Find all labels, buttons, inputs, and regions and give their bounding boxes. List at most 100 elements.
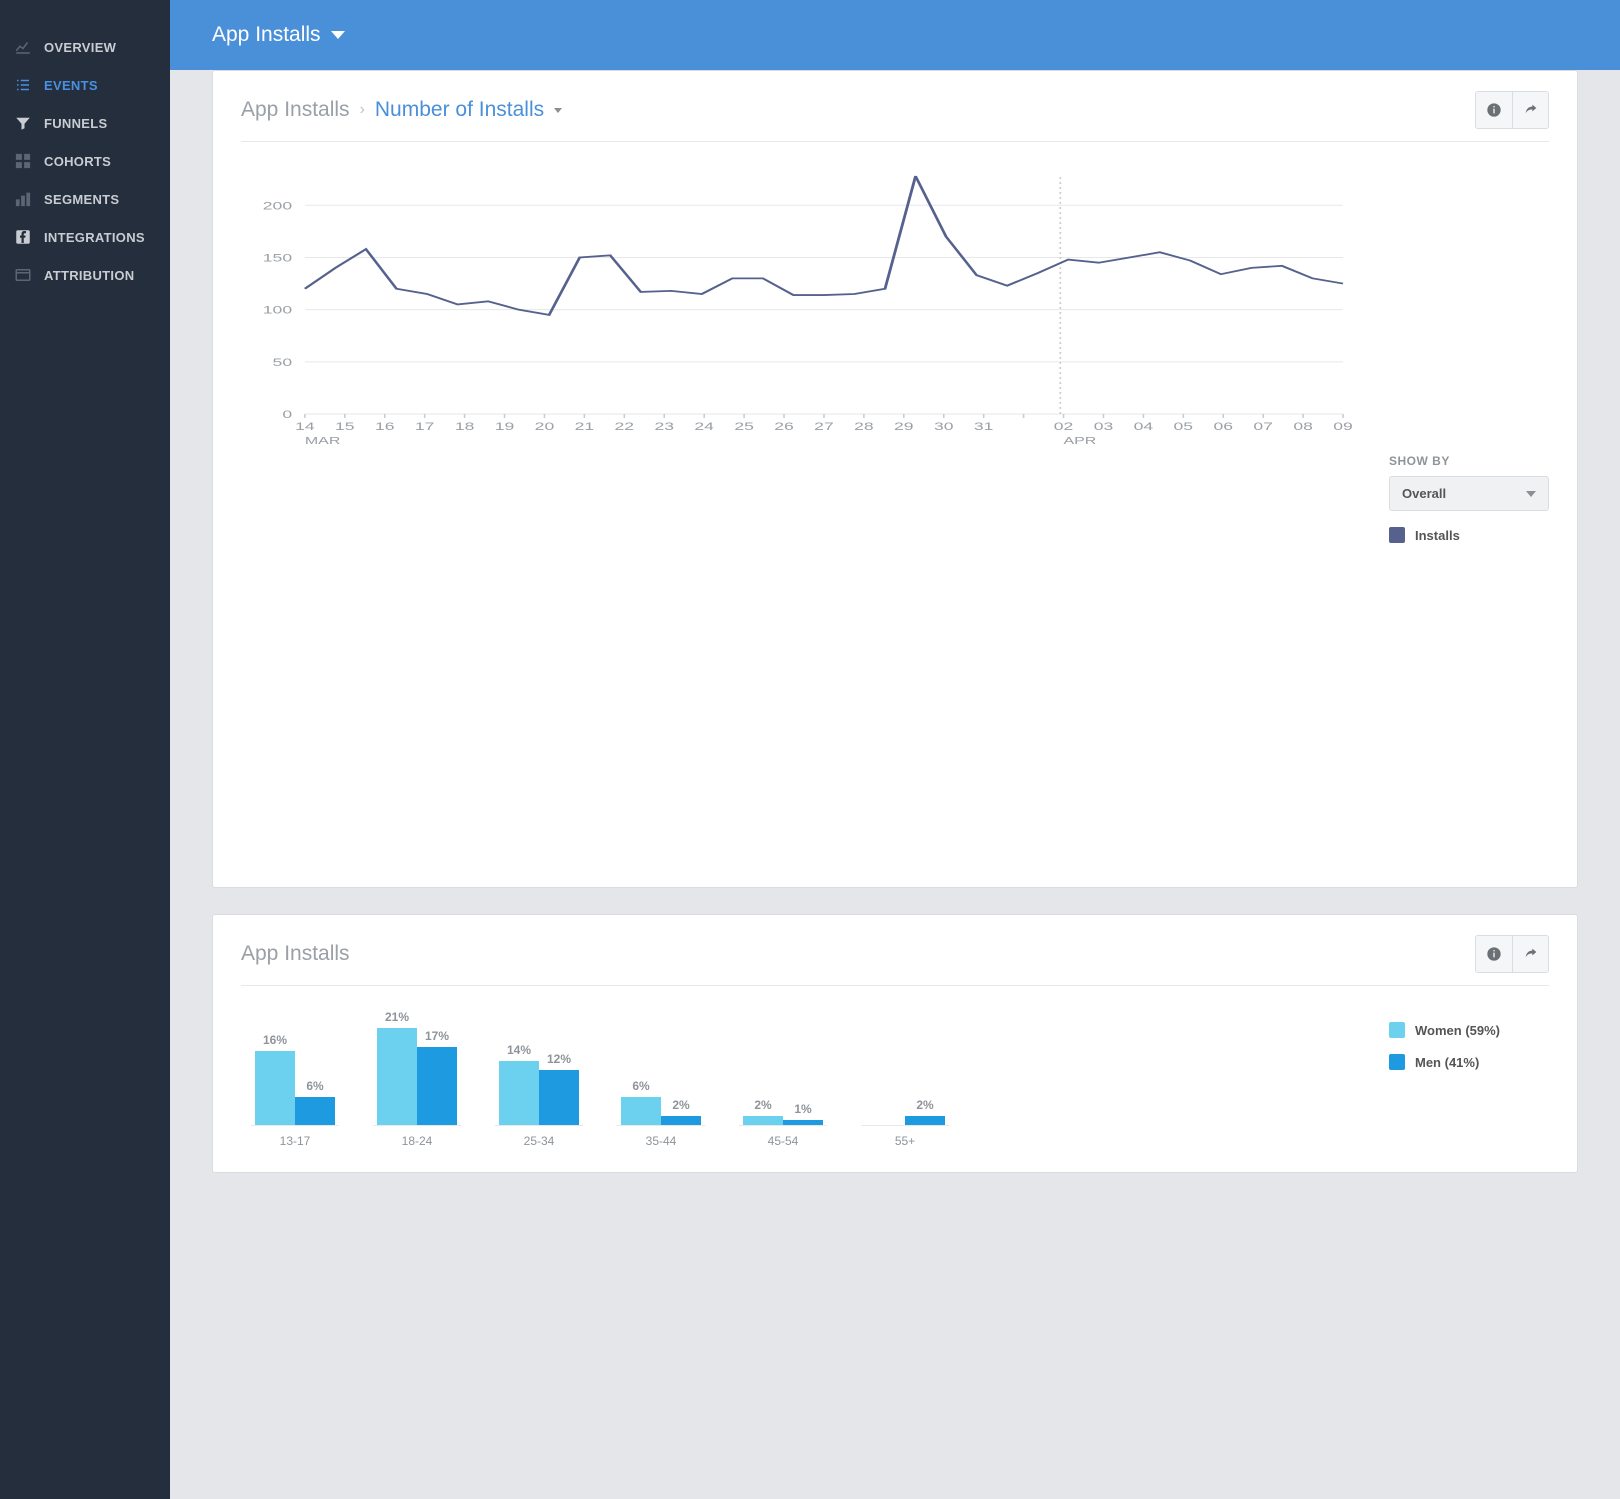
bar[interactable]: 16%	[255, 1051, 295, 1125]
showby-label: SHOW BY	[1389, 454, 1549, 468]
sidebar-item-attribution[interactable]: ATTRIBUTION	[0, 256, 170, 294]
svg-text:02: 02	[1054, 421, 1074, 433]
svg-text:25: 25	[734, 421, 754, 433]
bar[interactable]: 6%	[621, 1097, 661, 1125]
bar-value-label: 2%	[916, 1098, 933, 1112]
svg-text:17: 17	[415, 421, 435, 433]
bar-value-label: 2%	[754, 1098, 771, 1112]
segments-icon	[14, 190, 32, 208]
sidebar: OVERVIEW EVENTS FUNNELS COHORTS SEGMENTS…	[0, 0, 170, 1499]
sidebar-item-integrations[interactable]: INTEGRATIONS	[0, 218, 170, 256]
bar[interactable]: 2%	[661, 1116, 701, 1125]
svg-text:19: 19	[495, 421, 515, 433]
svg-text:03: 03	[1094, 421, 1114, 433]
info-button[interactable]	[1476, 936, 1512, 972]
legend-swatch	[1389, 527, 1405, 543]
bar-value-label: 16%	[263, 1033, 287, 1047]
svg-text:27: 27	[814, 421, 834, 433]
content-area: App Installs › Number of Installs	[170, 70, 1620, 1241]
bar-category-label: 25-34	[524, 1134, 555, 1148]
bar[interactable]: 21%	[377, 1028, 417, 1125]
svg-text:100: 100	[263, 305, 292, 317]
share-button[interactable]	[1512, 936, 1548, 972]
info-icon	[1486, 946, 1502, 962]
svg-text:08: 08	[1293, 421, 1313, 433]
legend-item-installs[interactable]: Installs	[1389, 527, 1549, 543]
bar-chart: 16%6%13-1721%17%18-2414%12%25-346%2%35-4…	[241, 998, 1365, 1148]
card-installs-timeseries: App Installs › Number of Installs	[212, 70, 1578, 888]
line-chart-icon	[14, 38, 32, 56]
legend-label: Men (41%)	[1415, 1055, 1479, 1070]
page-title-dropdown[interactable]: App Installs	[212, 23, 345, 47]
breadcrumb-separator: ›	[360, 101, 365, 119]
svg-text:0: 0	[282, 409, 292, 421]
bar-value-label: 21%	[385, 1010, 409, 1024]
svg-text:26: 26	[774, 421, 794, 433]
sidebar-item-funnels[interactable]: FUNNELS	[0, 104, 170, 142]
legend-swatch	[1389, 1022, 1405, 1038]
bar-value-label: 12%	[547, 1052, 571, 1066]
breadcrumb: App Installs › Number of Installs	[241, 98, 562, 122]
svg-text:09: 09	[1333, 421, 1353, 433]
bar[interactable]: 17%	[417, 1047, 457, 1125]
list-icon	[14, 76, 32, 94]
share-icon	[1523, 946, 1539, 962]
sidebar-item-label: OVERVIEW	[44, 40, 116, 55]
svg-text:30: 30	[934, 421, 954, 433]
window-icon	[14, 266, 32, 284]
bar-value-label: 6%	[306, 1079, 323, 1093]
bar-group: 2%1%45-54	[739, 1011, 827, 1148]
svg-text:06: 06	[1213, 421, 1233, 433]
breadcrumb-current[interactable]: Number of Installs	[375, 98, 544, 122]
showby-select[interactable]: Overall	[1389, 476, 1549, 511]
bar[interactable]: 2%	[905, 1116, 945, 1125]
sidebar-item-label: SEGMENTS	[44, 192, 119, 207]
share-icon	[1523, 102, 1539, 118]
bar-group: 16%6%13-17	[251, 1011, 339, 1148]
svg-text:15: 15	[335, 421, 355, 433]
sidebar-item-label: COHORTS	[44, 154, 111, 169]
share-button[interactable]	[1512, 92, 1548, 128]
svg-text:22: 22	[615, 421, 635, 433]
svg-text:29: 29	[894, 421, 914, 433]
sidebar-item-overview[interactable]: OVERVIEW	[0, 28, 170, 66]
sidebar-item-events[interactable]: EVENTS	[0, 66, 170, 104]
svg-text:16: 16	[375, 421, 395, 433]
bar-value-label: 6%	[632, 1079, 649, 1093]
card-installs-demographics: App Installs 16%6%13-1721%17%18-2414%12%…	[212, 914, 1578, 1173]
info-button[interactable]	[1476, 92, 1512, 128]
breadcrumb-root: App Installs	[241, 98, 350, 122]
card-actions	[1475, 935, 1549, 973]
bar[interactable]: 14%	[499, 1061, 539, 1125]
bar-category-label: 55+	[895, 1134, 915, 1148]
bar-group: 6%2%35-44	[617, 1011, 705, 1148]
bar[interactable]: 1%	[783, 1120, 823, 1125]
svg-text:07: 07	[1253, 421, 1273, 433]
card-actions	[1475, 91, 1549, 129]
bar-group: 21%17%18-24	[373, 1011, 461, 1148]
bar-group: 14%12%25-34	[495, 1011, 583, 1148]
svg-text:31: 31	[974, 421, 994, 433]
bar-value-label: 2%	[672, 1098, 689, 1112]
bar[interactable]: 6%	[295, 1097, 335, 1125]
chevron-down-icon[interactable]	[554, 108, 562, 113]
legend-item-women[interactable]: Women (59%)	[1389, 1022, 1549, 1038]
info-icon	[1486, 102, 1502, 118]
bar[interactable]: 2%	[743, 1116, 783, 1125]
bar-category-label: 13-17	[280, 1134, 311, 1148]
sidebar-item-label: EVENTS	[44, 78, 98, 93]
bar[interactable]: 12%	[539, 1070, 579, 1125]
sidebar-item-segments[interactable]: SEGMENTS	[0, 180, 170, 218]
divider	[241, 141, 1549, 142]
svg-text:28: 28	[854, 421, 874, 433]
bar-value-label: 1%	[794, 1102, 811, 1116]
sidebar-item-cohorts[interactable]: COHORTS	[0, 142, 170, 180]
svg-text:24: 24	[694, 421, 714, 433]
legend-item-men[interactable]: Men (41%)	[1389, 1054, 1549, 1070]
legend-swatch	[1389, 1054, 1405, 1070]
svg-text:14: 14	[295, 421, 315, 433]
svg-text:MAR: MAR	[305, 435, 340, 446]
bar-category-label: 35-44	[646, 1134, 677, 1148]
sidebar-item-label: ATTRIBUTION	[44, 268, 134, 283]
topbar: App Installs	[170, 0, 1620, 70]
